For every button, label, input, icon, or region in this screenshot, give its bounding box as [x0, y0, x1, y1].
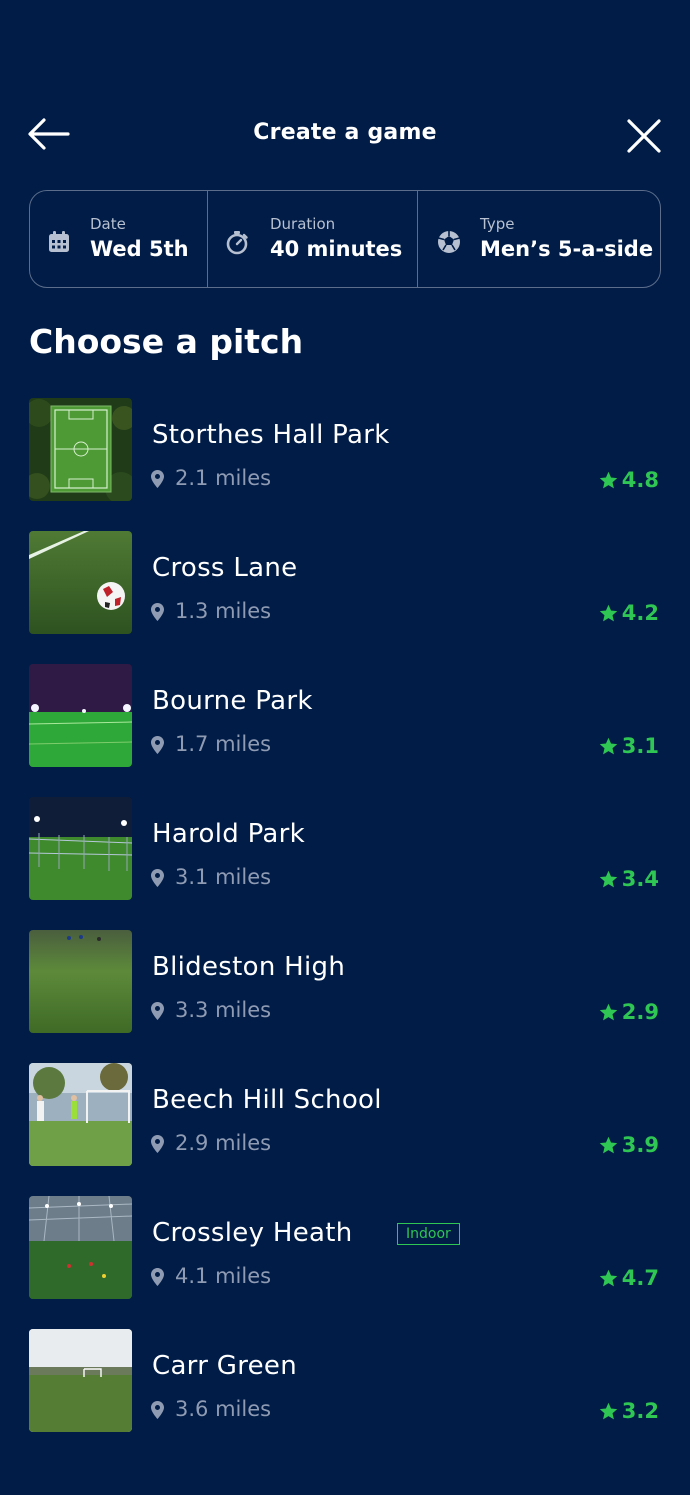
pitch-thumbnail [29, 531, 132, 634]
rating-value: 3.4 [621, 867, 659, 891]
pitch-name: Crossley Heath [152, 1218, 353, 1248]
indoor-badge: Indoor [397, 1223, 460, 1245]
rating-value: 4.7 [621, 1266, 659, 1290]
pitch-thumbnail [29, 664, 132, 767]
pitch-distance: 3.6 miles [175, 1397, 272, 1421]
date-label: Date [90, 215, 126, 233]
pitch-item[interactable]: Blideston High 3.3 miles 2.9 [0, 930, 690, 1063]
pitch-thumbnail [29, 797, 132, 900]
pitch-item[interactable]: Storthes Hall Park 2.1 miles 4.8 [0, 398, 690, 531]
pitch-thumbnail [29, 930, 132, 1033]
pitch-name: Bourne Park [152, 686, 313, 716]
map-pin-icon [151, 1135, 164, 1153]
header: Create a game [0, 108, 690, 160]
date-value: Wed 5th [90, 237, 189, 261]
type-value: Men’s 5-a-side [480, 237, 654, 261]
pitch-name: Blideston High [152, 952, 346, 982]
pitch-thumbnail [29, 1196, 132, 1299]
pitch-item[interactable]: Cross Lane 1.3 miles 4.2 [0, 531, 690, 664]
duration-filter[interactable]: Duration 40 minutes [208, 191, 418, 287]
rating-value: 3.9 [621, 1133, 659, 1157]
pitch-distance: 3.3 miles [175, 998, 272, 1022]
game-filter-bar: Date Wed 5th Duration 40 minutes Type Me… [29, 190, 661, 288]
rating-value: 4.8 [621, 468, 659, 492]
star-icon [599, 1269, 618, 1286]
pitch-distance: 1.7 miles [175, 732, 272, 756]
pitch-rating: 3.1 [598, 734, 659, 758]
pitch-distance: 2.1 miles [175, 466, 272, 490]
pitch-item[interactable]: Harold Park 3.1 miles 3.4 [0, 797, 690, 930]
map-pin-icon [151, 736, 164, 754]
pitch-rating: 4.8 [598, 468, 659, 492]
map-pin-icon [151, 1401, 164, 1419]
type-label: Type [480, 215, 515, 233]
map-pin-icon [151, 1268, 164, 1286]
pitch-name: Carr Green [152, 1351, 298, 1381]
pitch-distance: 2.9 miles [175, 1131, 272, 1155]
pitch-distance: 3.1 miles [175, 865, 272, 889]
pitch-distance: 4.1 miles [175, 1264, 272, 1288]
map-pin-icon [151, 470, 164, 488]
star-icon [599, 1402, 618, 1419]
pitch-rating: 3.9 [598, 1133, 659, 1157]
pitch-name: Storthes Hall Park [152, 420, 390, 450]
pitch-distance: 1.3 miles [175, 599, 272, 623]
section-title: Choose a pitch [29, 322, 304, 361]
type-filter[interactable]: Type Men’s 5-a-side [418, 191, 660, 287]
calendar-icon [49, 231, 69, 252]
pitch-rating: 4.7 [598, 1266, 659, 1290]
star-icon [599, 604, 618, 621]
pitch-item[interactable]: Carr Green 3.6 miles 3.2 [0, 1329, 690, 1462]
pitch-item[interactable]: Crossley Heath Indoor 4.1 miles 4.7 [0, 1196, 690, 1329]
duration-value: 40 minutes [270, 237, 403, 261]
pitch-name: Harold Park [152, 819, 305, 849]
pitch-name: Beech Hill School [152, 1085, 382, 1115]
pitch-rating: 4.2 [598, 601, 659, 625]
pitch-thumbnail [29, 1063, 132, 1166]
rating-value: 3.1 [621, 734, 659, 758]
map-pin-icon [151, 603, 164, 621]
star-icon [599, 1136, 618, 1153]
page-title: Create a game [253, 120, 437, 145]
close-icon [627, 119, 661, 153]
map-pin-icon [151, 1002, 164, 1020]
pitch-rating: 3.4 [598, 867, 659, 891]
star-icon [599, 471, 618, 488]
rating-value: 4.2 [621, 601, 659, 625]
close-button[interactable] [624, 116, 664, 156]
pitch-list: Storthes Hall Park 2.1 miles 4.8 Cross L… [0, 398, 690, 1462]
pitch-item[interactable]: Bourne Park 1.7 miles 3.1 [0, 664, 690, 797]
rating-value: 2.9 [621, 1000, 659, 1024]
star-icon [599, 870, 618, 887]
stopwatch-icon [226, 231, 248, 255]
date-filter[interactable]: Date Wed 5th [30, 191, 208, 287]
football-icon [438, 231, 460, 253]
rating-value: 3.2 [621, 1399, 659, 1423]
map-pin-icon [151, 869, 164, 887]
pitch-thumbnail [29, 398, 132, 501]
pitch-name: Cross Lane [152, 553, 298, 583]
star-icon [599, 1003, 618, 1020]
pitch-thumbnail [29, 1329, 132, 1432]
star-icon [599, 737, 618, 754]
pitch-rating: 3.2 [598, 1399, 659, 1423]
pitch-item[interactable]: Beech Hill School 2.9 miles 3.9 [0, 1063, 690, 1196]
duration-label: Duration [270, 215, 336, 233]
pitch-rating: 2.9 [598, 1000, 659, 1024]
